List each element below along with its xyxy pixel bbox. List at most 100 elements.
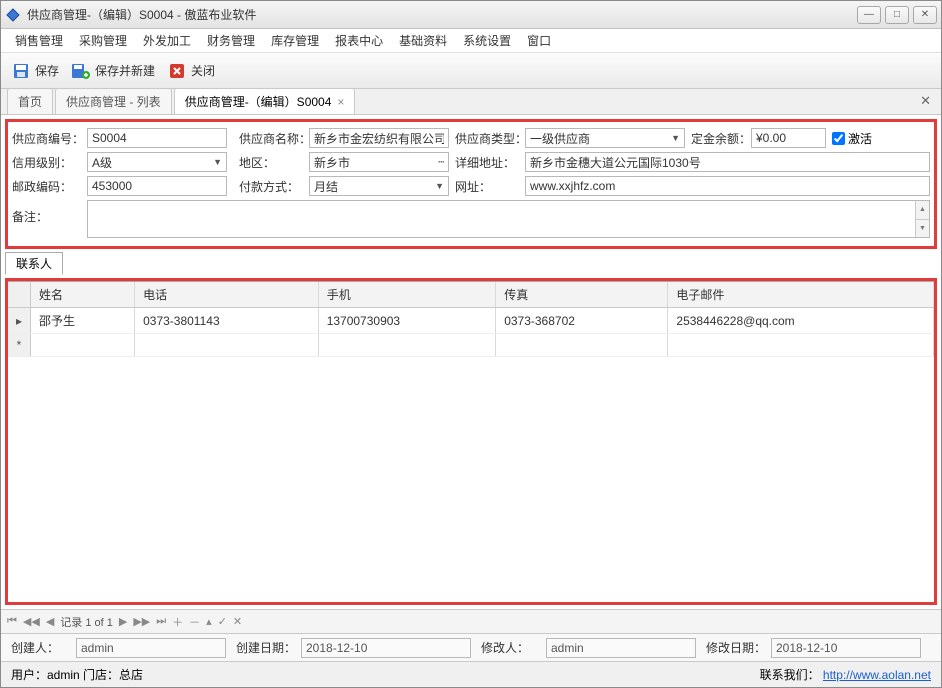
chevron-down-icon: ▼ <box>671 133 680 143</box>
menubar: 销售管理 采购管理 外发加工 财务管理 库存管理 报表中心 基础资料 系统设置 … <box>1 29 941 53</box>
menu-inventory[interactable]: 库存管理 <box>267 30 323 51</box>
supplier-type-select[interactable]: 一级供应商▼ <box>525 128 685 148</box>
credit-select[interactable]: A级▼ <box>87 152 227 172</box>
col-name[interactable]: 姓名 <box>31 282 135 308</box>
payment-select[interactable]: 月结▼ <box>309 176 449 196</box>
chevron-down-icon: ▼ <box>213 157 222 167</box>
close-window-button[interactable]: ✕ <box>913 6 937 24</box>
supplier-name-input[interactable] <box>309 128 449 148</box>
save-button[interactable]: 保存 <box>11 61 59 81</box>
spin-up-icon[interactable]: ▲ <box>916 201 929 220</box>
menu-finance[interactable]: 财务管理 <box>203 30 259 51</box>
nav-prev-page[interactable]: ◀◀ <box>23 615 40 628</box>
label-supplier-type: 供应商类型： <box>455 130 525 147</box>
titlebar: 供应商管理-（编辑）S0004 - 傲蓝布业软件 — □ ✕ <box>1 1 941 29</box>
table-row-new[interactable]: * <box>8 334 934 357</box>
row-indicator-new: * <box>8 334 31 357</box>
deposit-input[interactable] <box>751 128 826 148</box>
toolbar: 保存 保存并新建 关闭 <box>1 53 941 89</box>
cell-mobile[interactable]: 13700730903 <box>318 308 496 334</box>
status-contact-link[interactable]: http://www.aolan.net <box>823 668 931 682</box>
save-new-label: 保存并新建 <box>95 62 155 79</box>
label-supplier-name: 供应商名称： <box>239 130 309 147</box>
label-modify-date: 修改日期： <box>706 639 761 656</box>
cell-fax[interactable]: 0373-368702 <box>496 308 668 334</box>
tab-contacts[interactable]: 联系人 <box>5 252 63 275</box>
close-icon <box>167 61 187 81</box>
save-icon <box>11 61 31 81</box>
table-row[interactable]: ▸ 邵予生 0373-3801143 13700730903 0373-3687… <box>8 308 934 334</box>
app-icon <box>5 7 21 23</box>
menu-basicdata[interactable]: 基础资料 <box>395 30 451 51</box>
label-remark: 备注： <box>12 200 87 225</box>
address-input[interactable] <box>525 152 930 172</box>
contacts-tab-strip: 联系人 <box>1 252 941 274</box>
active-checkbox[interactable]: 激活 <box>832 130 872 147</box>
tab-close-icon[interactable]: × <box>337 95 344 109</box>
nav-delete[interactable]: － <box>189 614 200 630</box>
menu-outsource[interactable]: 外发加工 <box>139 30 195 51</box>
nav-edit[interactable]: ▴ <box>206 615 212 628</box>
create-date-field <box>301 638 471 658</box>
modify-date-field <box>771 638 921 658</box>
save-label: 保存 <box>35 62 59 79</box>
postal-input[interactable] <box>87 176 227 196</box>
tabs-close-all-icon[interactable]: ✕ <box>920 93 931 109</box>
tab-home[interactable]: 首页 <box>7 88 53 114</box>
nav-record-text: 记录 1 of 1 <box>60 614 113 630</box>
save-new-icon <box>71 61 91 81</box>
row-indicator-current: ▸ <box>8 308 31 334</box>
menu-window[interactable]: 窗口 <box>523 30 555 51</box>
nav-next[interactable]: ▶ <box>119 615 127 628</box>
ellipsis-icon: ··· <box>438 157 444 167</box>
status-bar: 用户：admin 门店：总店 联系我们： http://www.aolan.ne… <box>1 661 941 687</box>
tab-supplier-edit[interactable]: 供应商管理-（编辑）S0004× <box>174 88 356 114</box>
label-postal: 邮政编码： <box>12 178 87 195</box>
nav-accept[interactable]: ✓ <box>218 615 227 628</box>
minimize-button[interactable]: — <box>857 6 881 24</box>
col-email[interactable]: 电子邮件 <box>668 282 934 308</box>
label-create-date: 创建日期： <box>236 639 291 656</box>
cell-tel[interactable]: 0373-3801143 <box>135 308 319 334</box>
col-fax[interactable]: 传真 <box>496 282 668 308</box>
chevron-down-icon: ▼ <box>435 181 444 191</box>
nav-next-page[interactable]: ▶▶ <box>133 615 150 628</box>
label-creator: 创建人： <box>11 639 66 656</box>
nav-cancel[interactable]: ✕ <box>233 615 242 628</box>
modifier-field <box>546 638 696 658</box>
label-deposit: 定金余额： <box>691 130 751 147</box>
website-input[interactable] <box>525 176 930 196</box>
status-user-store: 用户：admin 门店：总店 <box>11 666 143 683</box>
form-panel: 供应商编号： 供应商名称： 供应商类型： 一级供应商▼ 定金余额： 激活 信用级… <box>5 119 937 249</box>
window-title: 供应商管理-（编辑）S0004 - 傲蓝布业软件 <box>27 6 857 23</box>
close-button[interactable]: 关闭 <box>167 61 215 81</box>
spin-down-icon[interactable]: ▼ <box>916 220 929 238</box>
cell-email[interactable]: 2538446228@qq.com <box>668 308 934 334</box>
audit-footer: 创建人： 创建日期： 修改人： 修改日期： <box>1 633 941 661</box>
nav-prev[interactable]: ◀ <box>46 615 54 628</box>
label-area: 地区： <box>239 154 309 171</box>
nav-add[interactable]: ＋ <box>172 614 183 630</box>
nav-first[interactable]: ⏮ <box>7 615 17 628</box>
menu-report[interactable]: 报表中心 <box>331 30 387 51</box>
menu-purchase[interactable]: 采购管理 <box>75 30 131 51</box>
area-select[interactable]: 新乡市··· <box>309 152 449 172</box>
maximize-button[interactable]: □ <box>885 6 909 24</box>
col-tel[interactable]: 电话 <box>135 282 319 308</box>
label-payment: 付款方式： <box>239 178 309 195</box>
tab-supplier-list[interactable]: 供应商管理 - 列表 <box>55 88 172 114</box>
record-navigator: ⏮ ◀◀ ◀ 记录 1 of 1 ▶ ▶▶ ⏭ ＋ － ▴ ✓ ✕ <box>1 609 941 633</box>
col-mobile[interactable]: 手机 <box>318 282 496 308</box>
nav-last[interactable]: ⏭ <box>156 615 166 628</box>
status-contact-label: 联系我们： <box>760 668 820 682</box>
remark-textarea[interactable]: ▲ ▼ <box>87 200 930 238</box>
label-website: 网址： <box>455 178 525 195</box>
contacts-table: 姓名 电话 手机 传真 电子邮件 ▸ 邵予生 0373-3801143 1370… <box>8 282 934 357</box>
cell-name[interactable]: 邵予生 <box>31 308 135 334</box>
close-label: 关闭 <box>191 62 215 79</box>
menu-sales[interactable]: 销售管理 <box>11 30 67 51</box>
save-new-button[interactable]: 保存并新建 <box>71 61 155 81</box>
menu-settings[interactable]: 系统设置 <box>459 30 515 51</box>
label-supplier-code: 供应商编号： <box>12 130 87 147</box>
supplier-code-input[interactable] <box>87 128 227 148</box>
